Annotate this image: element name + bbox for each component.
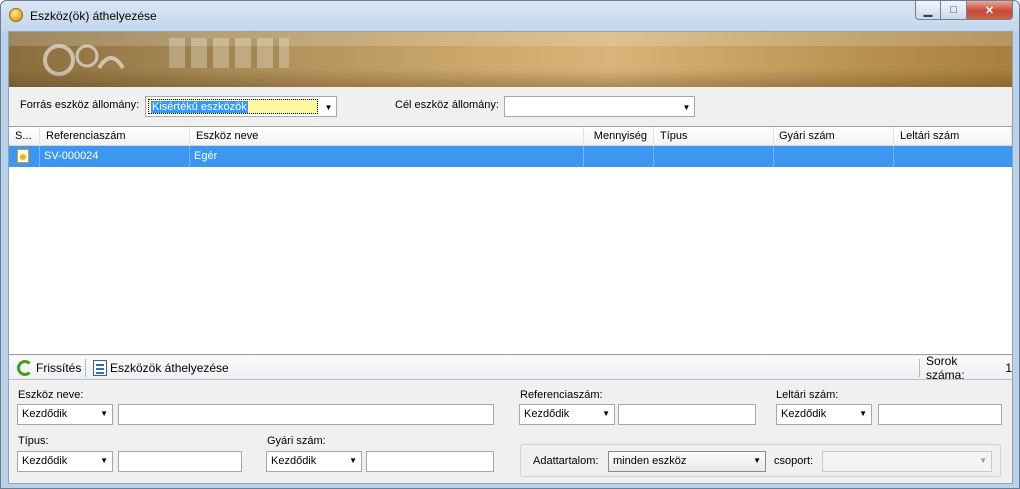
type-field[interactable] [118,451,242,472]
serial-mode-combo[interactable]: Kezdődik ▼ [266,451,362,472]
window-title: Eszköz(ök) áthelyezése [30,9,157,23]
source-label: Forrás eszköz állomány: [20,99,140,111]
window-controls: ▁ □ ✕ [915,1,1013,21]
refresh-label: Frissítés [36,361,82,375]
chevron-down-icon: ▼ [349,456,357,465]
chevron-down-icon: ▼ [859,409,867,418]
column-header-name[interactable]: Eszköz neve [190,127,584,146]
column-header-type[interactable]: Típus [654,127,774,146]
group-combo[interactable]: ▼ [822,451,992,472]
inventory-label: Leltári szám: [776,389,839,401]
minimize-button[interactable]: ▁ [915,1,941,20]
row-count-value: 1 [1005,361,1012,375]
target-combo[interactable]: ▼ [504,96,695,117]
grid-header: S... Referenciaszám Eszköz neve Mennyisé… [9,127,1012,146]
app-icon [9,8,23,22]
inventory-field[interactable] [878,404,1002,425]
maximize-button[interactable]: □ [941,1,967,20]
column-header-quantity[interactable]: Mennyiség [584,127,654,146]
target-value [507,99,511,114]
cell-quantity [584,146,654,167]
row-count: Sorok száma: 1 [926,354,1012,382]
chevron-down-icon: ▼ [100,456,108,465]
column-header-serial[interactable]: Gyári szám [774,127,894,146]
target-label: Cél eszköz állomány: [395,99,499,111]
source-combo[interactable]: Kisértékű eszközök ▼ [145,96,337,117]
asset-name-mode-combo[interactable]: Kezdődik ▼ [17,404,113,425]
type-label: Típus: [18,435,49,447]
asset-name-label: Eszköz neve: [18,389,84,401]
content-label: Adattartalom: [533,455,599,467]
group-label: csoport: [774,455,814,467]
content-combo[interactable]: minden eszköz ▼ [608,451,766,472]
chevron-down-icon: ▼ [753,456,761,465]
close-button[interactable]: ✕ [967,1,1013,20]
cell-inventory [894,146,1012,167]
serial-field[interactable] [366,451,494,472]
asset-icon [17,149,29,163]
column-header-inventory[interactable]: Leltári szám [894,127,1012,146]
reference-field[interactable] [618,404,756,425]
source-value: Kisértékű eszközök [151,101,248,113]
reference-mode-combo[interactable]: Kezdődik ▼ [519,404,615,425]
chevron-down-icon: ▼ [602,409,610,418]
refresh-icon [17,360,33,376]
inventory-mode-combo[interactable]: Kezdődik ▼ [776,404,872,425]
asset-grid[interactable]: S... Referenciaszám Eszköz neve Mennyisé… [9,126,1012,355]
document-icon [93,360,107,376]
chevron-down-icon[interactable]: ▼ [324,101,333,113]
header-banner [9,32,1012,87]
chevron-down-icon: ▼ [100,409,108,418]
serial-label: Gyári szám: [267,435,326,447]
column-header-status[interactable]: S... [9,127,40,146]
bottom-toolbar: Frissítés Eszközök áthelyezése Sorok szá… [9,354,1012,382]
chevron-down-icon[interactable]: ▼ [682,101,691,113]
client-area: Forrás eszköz állomány: Kisértékű eszköz… [8,31,1013,484]
move-assets-label: Eszközök áthelyezése [110,361,229,375]
cell-name: Egér [190,146,584,167]
reference-label: Referenciaszám: [520,389,603,401]
row-count-label: Sorok száma: [926,354,965,382]
chevron-down-icon: ▼ [979,456,987,465]
cell-type [654,146,774,167]
refresh-button[interactable]: Frissítés [17,356,81,380]
column-header-reference[interactable]: Referenciaszám [40,127,190,146]
table-row[interactable]: SV-000024 Egér [9,146,1012,167]
cell-serial [774,146,894,167]
title-bar[interactable]: Eszköz(ök) áthelyezése ▁ □ ✕ [1,1,1019,31]
move-assets-button[interactable]: Eszközök áthelyezése [93,356,229,380]
cell-reference: SV-000024 [40,146,190,167]
window: Eszköz(ök) áthelyezése ▁ □ ✕ Forrás eszk… [0,0,1020,489]
asset-name-field[interactable] [118,404,494,425]
type-mode-combo[interactable]: Kezdődik ▼ [17,451,113,472]
